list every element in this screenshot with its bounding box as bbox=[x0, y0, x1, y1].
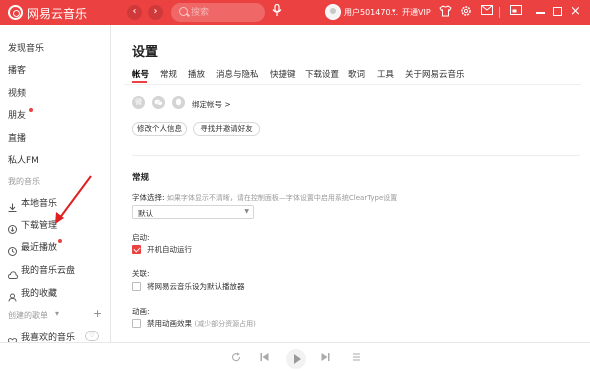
font-label-row: 字体选择: 如果字体显示不清晰，请在控制面板—字体设置中启用系统ClearTyp… bbox=[132, 192, 397, 203]
lyrics-icon[interactable] bbox=[352, 352, 361, 365]
tabs-divider bbox=[124, 84, 581, 85]
font-select-value: 默认 bbox=[138, 209, 153, 218]
loop-icon[interactable] bbox=[231, 352, 241, 365]
active-tab-indicator bbox=[132, 81, 147, 83]
netease-logo-icon bbox=[8, 5, 23, 20]
font-hint: 如果字体显示不清晰，请在控制面板—字体设置中启用系统ClearType设置 bbox=[166, 194, 398, 202]
default-player-checkbox[interactable] bbox=[132, 282, 141, 291]
microphone-icon[interactable] bbox=[272, 3, 282, 20]
gear-icon[interactable] bbox=[459, 5, 473, 19]
sidebar-item-recent[interactable]: 最近播放 bbox=[21, 240, 57, 253]
tab-playback[interactable]: 播放 bbox=[188, 68, 205, 80]
player-bar bbox=[0, 342, 590, 372]
bind-account-link[interactable]: 绑定帐号 > bbox=[192, 99, 231, 110]
tab-download-settings[interactable]: 下载设置 bbox=[305, 68, 339, 80]
search-input[interactable] bbox=[191, 5, 259, 20]
search-icon bbox=[179, 7, 188, 16]
animation-label: 动画: bbox=[132, 307, 150, 316]
font-select[interactable]: 默认 ▼ bbox=[132, 205, 254, 219]
forward-button[interactable]: › bbox=[148, 5, 163, 20]
startup-option-label[interactable]: 开机自动运行 bbox=[147, 244, 192, 255]
wechat-icon[interactable] bbox=[152, 96, 165, 109]
disable-animation-label: 禁用动画效果 bbox=[147, 319, 192, 328]
app-title: 网易云音乐 bbox=[27, 7, 88, 21]
tab-privacy[interactable]: 消息与隐私 bbox=[216, 68, 259, 80]
sidebar-item-live[interactable]: 直播 bbox=[8, 131, 26, 144]
tab-account[interactable]: 帐号 bbox=[132, 68, 149, 80]
sidebar-item-friends[interactable]: 朋友 bbox=[8, 108, 26, 121]
startup-checkbox[interactable] bbox=[132, 245, 141, 254]
disable-animation-checkbox[interactable] bbox=[132, 319, 141, 328]
association-label: 关联: bbox=[132, 269, 150, 278]
download-icon bbox=[8, 197, 17, 212]
username[interactable]: 用户501470... bbox=[344, 7, 398, 18]
avatar[interactable] bbox=[325, 4, 341, 20]
tab-general[interactable]: 常规 bbox=[160, 68, 177, 80]
chevron-down-icon[interactable]: ▾ bbox=[392, 7, 396, 15]
tab-about[interactable]: 关于网易云音乐 bbox=[405, 68, 465, 80]
back-button[interactable]: ‹ bbox=[127, 5, 142, 20]
vip-link[interactable]: 开通VIP bbox=[402, 7, 431, 18]
my-music-title: 我的音乐 bbox=[8, 177, 40, 186]
sidebar-item-podcast[interactable]: 播客 bbox=[8, 63, 26, 76]
chevron-down-icon[interactable]: ▾ bbox=[55, 309, 59, 318]
weibo-icon[interactable]: 微 bbox=[132, 96, 145, 109]
notification-dot bbox=[58, 239, 62, 243]
startup-label: 启动: bbox=[132, 233, 150, 242]
tab-lyrics[interactable]: 歌词 bbox=[348, 68, 365, 80]
collection-icon bbox=[8, 287, 17, 302]
page-title: 设置 bbox=[132, 45, 159, 60]
tab-shortcuts[interactable]: 快捷键 bbox=[270, 68, 296, 80]
find-friends-button[interactable]: 寻找并邀请好友 bbox=[193, 122, 260, 136]
notification-dot bbox=[29, 108, 33, 112]
disable-animation-hint: (减少部分资源占用) bbox=[194, 320, 256, 328]
font-label: 字体选择: bbox=[132, 193, 165, 202]
default-player-option-label[interactable]: 将网易云音乐设为默认播放器 bbox=[147, 281, 245, 292]
header-divider bbox=[499, 7, 500, 18]
add-playlist-icon[interactable]: + bbox=[93, 307, 102, 320]
app-window: 网易云音乐 ‹ › 用户501470... ▾ 开通VIP × 发现音 bbox=[0, 0, 590, 372]
play-button[interactable] bbox=[286, 349, 306, 369]
created-playlists-title: 创建的歌单 bbox=[8, 311, 48, 320]
general-section-title: 常规 bbox=[132, 173, 150, 183]
heart-icon bbox=[7, 331, 18, 347]
maximize-icon[interactable] bbox=[553, 7, 562, 16]
qq-icon[interactable] bbox=[172, 96, 185, 109]
minimize-icon[interactable] bbox=[536, 12, 545, 14]
heart-mode-icon[interactable]: ♡ bbox=[85, 331, 99, 341]
sidebar-item-discover[interactable]: 发现音乐 bbox=[8, 41, 44, 54]
clock-icon bbox=[8, 241, 17, 256]
tab-tools[interactable]: 工具 bbox=[377, 68, 394, 80]
sidebar-item-cloud-drive[interactable]: 我的音乐云盘 bbox=[21, 263, 75, 276]
sidebar-item-favorites[interactable]: 我的收藏 bbox=[21, 286, 57, 299]
cloud-icon bbox=[8, 264, 18, 279]
edit-profile-button[interactable]: 修改个人信息 bbox=[132, 122, 187, 136]
sidebar-item-video[interactable]: 视频 bbox=[8, 86, 26, 99]
title-bar: 网易云音乐 ‹ › 用户501470... ▾ 开通VIP × bbox=[0, 0, 590, 25]
section-divider bbox=[132, 155, 580, 156]
disable-animation-option[interactable]: 禁用动画效果 (减少部分资源占用) bbox=[147, 318, 256, 329]
tshirt-icon[interactable] bbox=[438, 5, 452, 19]
close-icon[interactable]: × bbox=[570, 4, 581, 19]
sidebar-item-local-music[interactable]: 本地音乐 bbox=[21, 196, 57, 209]
miniplayer-icon[interactable] bbox=[509, 5, 523, 19]
next-icon[interactable] bbox=[321, 352, 330, 365]
search-box[interactable] bbox=[171, 3, 265, 22]
mail-icon[interactable] bbox=[480, 5, 494, 19]
sidebar-item-fm[interactable]: 私人FM bbox=[8, 153, 39, 166]
chevron-down-icon: ▼ bbox=[244, 208, 249, 215]
download-manage-icon bbox=[8, 219, 17, 234]
sidebar-item-download-manager[interactable]: 下载管理 bbox=[21, 218, 57, 231]
previous-icon[interactable] bbox=[260, 352, 269, 365]
